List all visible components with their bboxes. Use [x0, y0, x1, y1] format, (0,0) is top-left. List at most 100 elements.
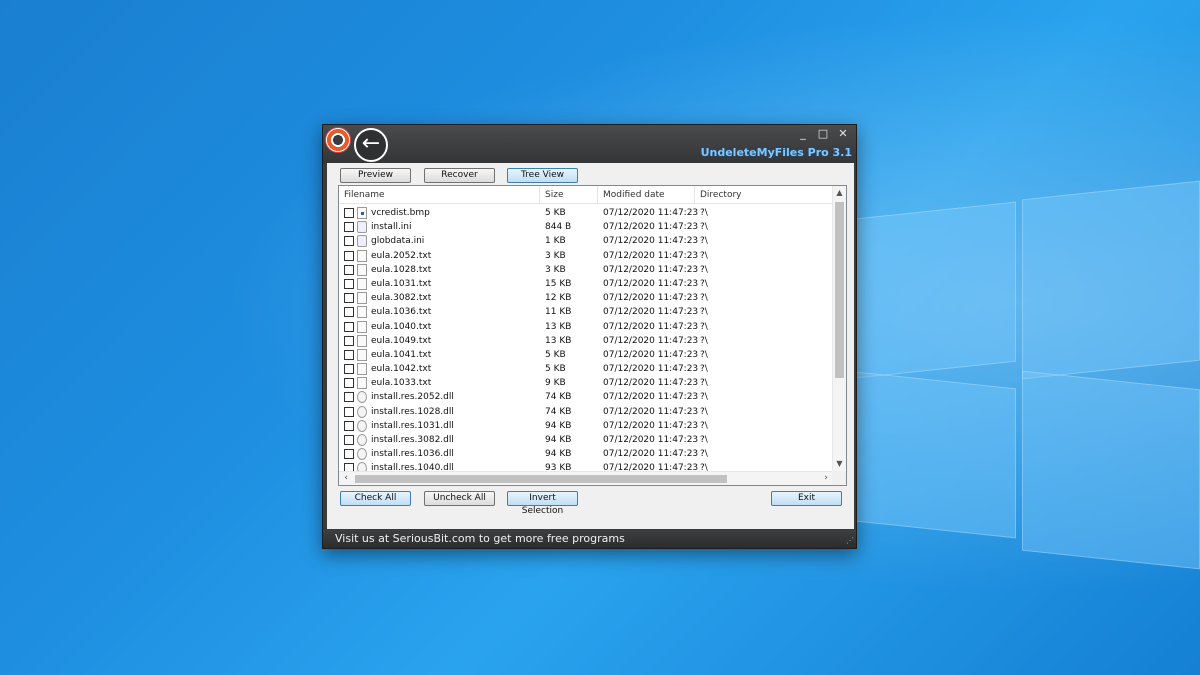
resize-grip-icon[interactable]: ⋰: [844, 536, 854, 546]
uncheck-all-button[interactable]: Uncheck All: [424, 491, 495, 506]
row-checkbox[interactable]: [344, 364, 354, 375]
cell-directory: ?\: [700, 222, 708, 233]
table-row[interactable]: eula.1031.txt 15 KB 07/12/2020 11:47:23 ?\: [339, 277, 833, 291]
preview-button[interactable]: Preview: [340, 168, 411, 183]
cell-size: 3 KB: [545, 264, 566, 275]
row-checkbox[interactable]: [344, 406, 354, 417]
cell-modified: 07/12/2020 11:47:23: [603, 364, 699, 375]
maximize-button[interactable]: □: [814, 127, 832, 141]
cell-directory: ?\: [700, 250, 708, 261]
table-row[interactable]: install.res.1028.dll 74 KB 07/12/2020 11:4…: [339, 405, 833, 419]
horizontal-scrollbar[interactable]: ‹ ›: [339, 471, 833, 485]
cell-size: 11 KB: [545, 307, 572, 318]
row-checkbox[interactable]: [344, 208, 354, 218]
cell-size: 5 KB: [545, 208, 566, 218]
row-checkbox[interactable]: [344, 250, 354, 261]
cell-filename: eula.1042.txt: [371, 364, 432, 375]
cell-directory: ?\: [700, 321, 708, 332]
row-checkbox[interactable]: [344, 435, 354, 445]
cell-directory: ?\: [700, 378, 708, 389]
cell-filename: install.res.3082.dll: [371, 435, 454, 445]
file-list[interactable]: Filename Size Modified date Directory vc…: [338, 185, 847, 486]
cell-directory: ?\: [700, 392, 708, 403]
row-checkbox[interactable]: [344, 378, 354, 389]
invert-selection-button[interactable]: Invert Selection: [507, 491, 578, 516]
minimize-button[interactable]: _: [794, 127, 812, 141]
horizontal-scroll-thumb[interactable]: [355, 475, 727, 483]
row-checkbox[interactable]: [344, 349, 354, 360]
scroll-down-icon[interactable]: ▼: [833, 457, 846, 471]
cell-size: 15 KB: [545, 278, 572, 289]
windows-logo-pane: [1022, 180, 1200, 380]
cell-filename: eula.1040.txt: [371, 321, 432, 332]
row-checkbox[interactable]: [344, 278, 354, 289]
cell-filename: eula.1028.txt: [371, 264, 432, 275]
txt-file-icon: [357, 292, 367, 305]
txt-file-icon: [357, 320, 367, 333]
close-button[interactable]: ✕: [834, 127, 852, 141]
cell-size: 12 KB: [545, 293, 572, 304]
table-row[interactable]: eula.1028.txt 3 KB 07/12/2020 11:47:23 ?\: [339, 263, 833, 277]
title-bar[interactable]: ← _ □ ✕ UndeleteMyFiles Pro 3.1: [323, 125, 856, 163]
dll-file-icon: [357, 405, 367, 418]
row-checkbox[interactable]: [344, 307, 354, 318]
vertical-scrollbar[interactable]: ▲ ▼: [832, 186, 846, 471]
ini-file-icon: [357, 221, 367, 234]
cell-modified: 07/12/2020 11:47:23: [603, 264, 699, 275]
column-header-filename[interactable]: Filename: [339, 186, 540, 204]
status-text[interactable]: Visit us at SeriousBit.com to get more f…: [335, 532, 625, 545]
row-checkbox[interactable]: [344, 449, 354, 460]
cell-directory: ?\: [700, 264, 708, 275]
table-row[interactable]: install.res.3082.dll 94 KB 07/12/2020 11:4…: [339, 433, 833, 447]
check-all-button[interactable]: Check All: [340, 491, 411, 506]
dll-file-icon: [357, 434, 367, 446]
txt-file-icon: [357, 263, 367, 276]
row-checkbox[interactable]: [344, 293, 354, 304]
row-checkbox[interactable]: [344, 222, 354, 233]
table-row[interactable]: eula.1041.txt 5 KB 07/12/2020 11:47:23 ?\: [339, 348, 833, 362]
cell-size: 5 KB: [545, 349, 566, 360]
windows-logo-pane: [1022, 370, 1200, 570]
exit-button[interactable]: Exit: [771, 491, 842, 506]
row-checkbox[interactable]: [344, 236, 354, 247]
row-checkbox[interactable]: [344, 420, 354, 431]
cell-filename: eula.1041.txt: [371, 349, 432, 360]
row-checkbox[interactable]: [344, 335, 354, 346]
table-row[interactable]: eula.3082.txt 12 KB 07/12/2020 11:47:23 ?\: [339, 291, 833, 305]
column-header-size[interactable]: Size: [540, 186, 598, 204]
table-row[interactable]: eula.1036.txt 11 KB 07/12/2020 11:47:23 ?\: [339, 305, 833, 319]
row-checkbox[interactable]: [344, 264, 354, 275]
cell-directory: ?\: [700, 449, 708, 460]
scroll-right-icon[interactable]: ›: [819, 472, 833, 485]
scroll-left-icon[interactable]: ‹: [339, 472, 353, 485]
back-arrow-button[interactable]: ←: [354, 128, 388, 162]
cell-modified: 07/12/2020 11:47:23: [603, 406, 699, 417]
table-row[interactable]: eula.1042.txt 5 KB 07/12/2020 11:47:23 ?\: [339, 362, 833, 376]
table-row[interactable]: install.ini 844 B 07/12/2020 11:47:23 ?\: [339, 220, 833, 234]
table-row[interactable]: eula.1040.txt 13 KB 07/12/2020 11:47:23 ?\: [339, 320, 833, 334]
table-row[interactable]: install.res.2052.dll 74 KB 07/12/2020 11:4…: [339, 390, 833, 404]
cell-modified: 07/12/2020 11:47:23: [603, 307, 699, 318]
table-row[interactable]: install.res.1031.dll 94 KB 07/12/2020 11:4…: [339, 419, 833, 433]
vertical-scroll-thumb[interactable]: [835, 202, 844, 378]
column-header-modified[interactable]: Modified date: [598, 186, 695, 204]
cell-modified: 07/12/2020 11:47:23: [603, 250, 699, 261]
cell-size: 5 KB: [545, 364, 566, 375]
table-row[interactable]: install.res.1036.dll 94 KB 07/12/2020 11:4…: [339, 447, 833, 461]
row-checkbox[interactable]: [344, 321, 354, 332]
row-checkbox[interactable]: [344, 392, 354, 403]
scroll-up-icon[interactable]: ▲: [833, 186, 846, 200]
scroll-corner: [832, 471, 846, 485]
column-header-directory[interactable]: Directory: [695, 186, 833, 204]
app-title: UndeleteMyFiles Pro 3.1: [700, 146, 852, 159]
tree-view-button[interactable]: Tree View: [507, 168, 578, 183]
table-row[interactable]: globdata.ini 1 KB 07/12/2020 11:47:23 ?\: [339, 234, 833, 248]
table-row[interactable]: vcredist.bmp 5 KB 07/12/2020 11:47:23 ?\: [339, 206, 833, 220]
recover-button[interactable]: Recover: [424, 168, 495, 183]
txt-file-icon: [357, 363, 367, 376]
table-row[interactable]: eula.2052.txt 3 KB 07/12/2020 11:47:23 ?\: [339, 249, 833, 263]
table-row[interactable]: eula.1033.txt 9 KB 07/12/2020 11:47:23 ?\: [339, 376, 833, 390]
cell-size: 94 KB: [545, 420, 572, 431]
cell-modified: 07/12/2020 11:47:23: [603, 293, 699, 304]
table-row[interactable]: eula.1049.txt 13 KB 07/12/2020 11:47:23 ?\: [339, 334, 833, 348]
